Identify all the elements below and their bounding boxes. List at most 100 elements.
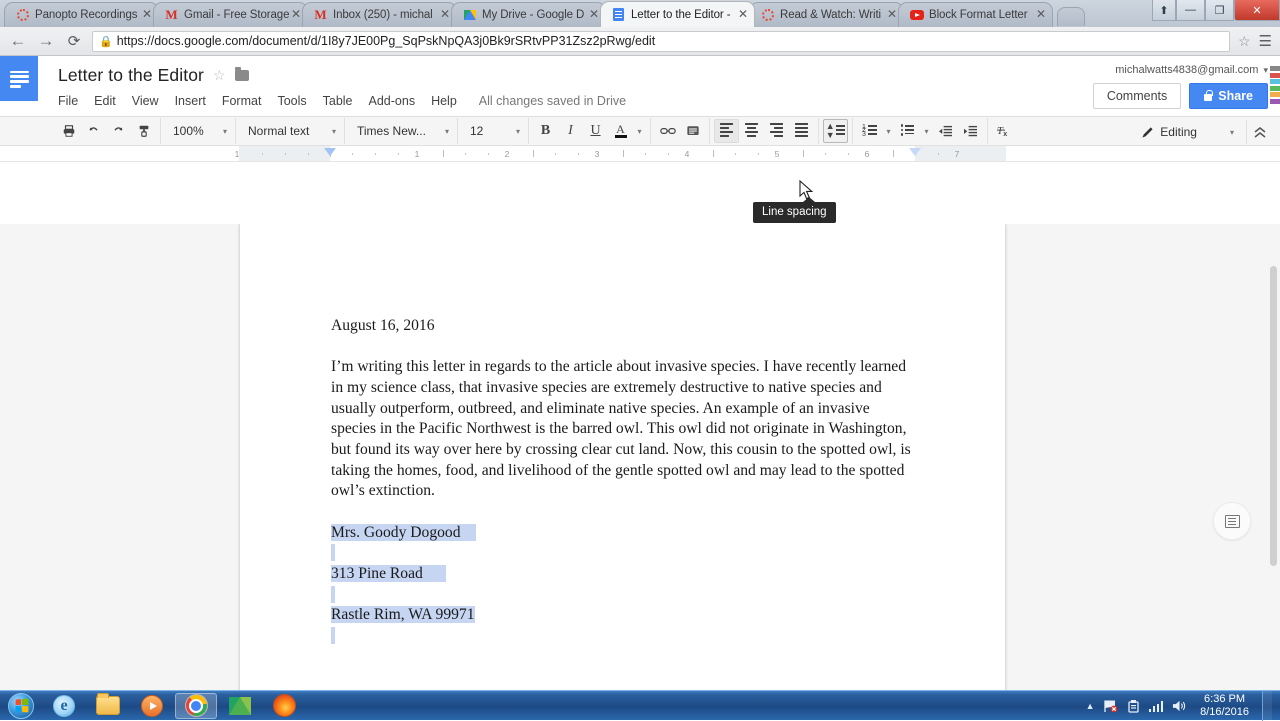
toolbar-group-align <box>710 118 819 144</box>
align-right-button[interactable] <box>764 119 789 143</box>
align-justify-button[interactable] <box>789 119 814 143</box>
bulleted-list-button[interactable] <box>895 119 920 143</box>
align-left-button[interactable] <box>714 119 739 143</box>
undo-icon[interactable] <box>81 119 106 143</box>
bookmark-star-icon[interactable]: ☆ <box>1238 33 1251 50</box>
chevron-down-icon[interactable]: ▾ <box>1263 65 1268 76</box>
taskbar-google-drive[interactable] <box>219 693 261 719</box>
scrollbar-thumb[interactable] <box>1270 266 1277 566</box>
menu-format[interactable]: Format <box>214 92 270 110</box>
menu-view[interactable]: View <box>124 92 167 110</box>
numbered-list-caret[interactable]: ▾ <box>882 119 895 143</box>
internet-explorer-icon: e <box>53 695 75 717</box>
star-outline-icon[interactable]: ☆ <box>213 67 226 84</box>
clear-formatting-button[interactable]: T x <box>992 119 1017 143</box>
tab-inbox[interactable]: M Inbox (250) - michal ✕ <box>302 2 457 27</box>
document-title[interactable]: Letter to the Editor <box>58 65 204 86</box>
menu-edit[interactable]: Edit <box>86 92 124 110</box>
folder-icon[interactable] <box>235 70 249 81</box>
menu-tools[interactable]: Tools <box>269 92 314 110</box>
align-center-button[interactable] <box>739 119 764 143</box>
document-page[interactable]: August 16, 2016 I’m writing this letter … <box>239 224 1006 690</box>
tab-panopto-recordings[interactable]: Panopto Recordings ✕ <box>4 2 159 27</box>
window-close-button[interactable]: ✕ <box>1234 0 1280 21</box>
back-icon[interactable]: ← <box>8 31 28 51</box>
italic-button[interactable]: I <box>558 119 583 143</box>
bulleted-list-caret[interactable]: ▾ <box>920 119 933 143</box>
right-indent-marker[interactable] <box>909 148 921 156</box>
address-bar[interactable]: 🔒 https://docs.google.com/document/d/1I8… <box>92 31 1230 52</box>
text-color-caret[interactable]: ▾ <box>633 119 646 143</box>
paragraph-style-select[interactable]: Normal text ▾ <box>240 119 340 143</box>
forward-icon[interactable]: → <box>36 31 56 51</box>
taskbar-clock[interactable]: 6:36 PM 8/16/2016 <box>1196 693 1253 719</box>
network-signal-icon[interactable] <box>1149 700 1164 712</box>
taskbar-media-player[interactable] <box>131 693 173 719</box>
font-family-select[interactable]: Times New... ▾ <box>349 119 453 143</box>
left-indent-marker[interactable] <box>324 148 336 156</box>
tab-block-format-letter[interactable]: Block Format Letter ✕ <box>898 2 1053 27</box>
bold-button[interactable]: B <box>533 119 558 143</box>
tab-read-and-watch[interactable]: Read & Watch: Writi ✕ <box>749 2 904 27</box>
tab-close-icon[interactable]: ✕ <box>885 8 899 22</box>
tab-my-drive[interactable]: My Drive - Google D ✕ <box>451 2 606 27</box>
google-docs-logo-icon[interactable] <box>0 56 38 101</box>
taskbar-mozilla-firefox[interactable] <box>263 693 305 719</box>
menu-file[interactable]: File <box>58 92 86 110</box>
underline-button[interactable]: U <box>583 119 608 143</box>
tab-close-icon[interactable]: ✕ <box>140 8 154 22</box>
window-minimize-button[interactable]: — <box>1176 0 1205 21</box>
zoom-select[interactable]: 100% ▾ <box>165 119 231 143</box>
window-pin-button[interactable]: ⬆ <box>1152 0 1176 21</box>
menu-table[interactable]: Table <box>315 92 361 110</box>
tab-gmail-free-storage[interactable]: M Gmail - Free Storage ✕ <box>153 2 308 27</box>
chrome-menu-icon[interactable]: ☰ <box>1259 34 1272 49</box>
tab-close-icon[interactable]: ✕ <box>736 8 750 22</box>
ruler-number: 4 <box>680 146 694 162</box>
document-ruler[interactable]: 1 1 2 3 4 5 6 7 <box>0 146 1280 162</box>
tab-close-icon[interactable]: ✕ <box>289 8 303 22</box>
tab-close-icon[interactable]: ✕ <box>587 8 601 22</box>
document-body[interactable]: August 16, 2016 I’m writing this letter … <box>240 224 1005 690</box>
taskbar-windows-explorer[interactable] <box>87 693 129 719</box>
toolbar-group-spacing: ▲▼ <box>819 118 853 144</box>
comments-button[interactable]: Comments <box>1093 83 1181 109</box>
menu-add-ons[interactable]: Add-ons <box>361 92 424 110</box>
new-tab-button[interactable] <box>1057 7 1085 26</box>
show-desktop-button[interactable] <box>1262 691 1272 721</box>
collapse-toolbar-button[interactable] <box>1246 120 1272 144</box>
decrease-indent-button[interactable] <box>933 119 958 143</box>
line-spacing-button[interactable]: ▲▼ <box>823 119 848 143</box>
editing-mode-select[interactable]: Editing ▾ <box>1135 120 1240 144</box>
menu-help[interactable]: Help <box>423 92 465 110</box>
numbered-list-button[interactable]: 123 <box>857 119 882 143</box>
insert-link-icon[interactable] <box>655 119 680 143</box>
reload-icon[interactable]: ⟳ <box>64 31 84 51</box>
redo-icon[interactable] <box>106 119 131 143</box>
tab-close-icon[interactable]: ✕ <box>438 8 452 22</box>
sender-street: 313 Pine Road <box>331 565 423 582</box>
tab-close-icon[interactable]: ✕ <box>1034 8 1048 22</box>
account-email[interactable]: michalwatts4838@gmail.com <box>1115 64 1258 76</box>
taskbar-google-chrome[interactable] <box>175 693 217 719</box>
windows-start-button[interactable] <box>0 692 42 720</box>
share-button[interactable]: Share <box>1189 83 1268 109</box>
tab-letter-to-the-editor[interactable]: Letter to the Editor - ✕ <box>600 1 755 27</box>
action-center-icon[interactable] <box>1104 699 1118 713</box>
text-color-button[interactable]: A <box>608 119 633 143</box>
document-scrollbar[interactable] <box>1269 224 1278 690</box>
window-maximize-button[interactable]: ❐ <box>1205 0 1234 21</box>
add-comment-icon[interactable] <box>680 119 705 143</box>
show-hidden-icons-icon[interactable]: ▲ <box>1086 701 1095 711</box>
font-size-select[interactable]: 12 ▾ <box>462 119 524 143</box>
taskbar-internet-explorer[interactable]: e <box>43 693 85 719</box>
volume-icon[interactable] <box>1172 699 1187 713</box>
increase-indent-button[interactable] <box>958 119 983 143</box>
menu-insert[interactable]: Insert <box>167 92 214 110</box>
add-comment-fab[interactable] <box>1213 502 1251 540</box>
removable-device-icon[interactable] <box>1127 699 1140 713</box>
paint-format-icon[interactable] <box>131 119 156 143</box>
account-row[interactable]: michalwatts4838@gmail.com ▾ <box>1115 64 1268 76</box>
print-icon[interactable] <box>56 119 81 143</box>
google-drive-icon <box>229 697 251 715</box>
